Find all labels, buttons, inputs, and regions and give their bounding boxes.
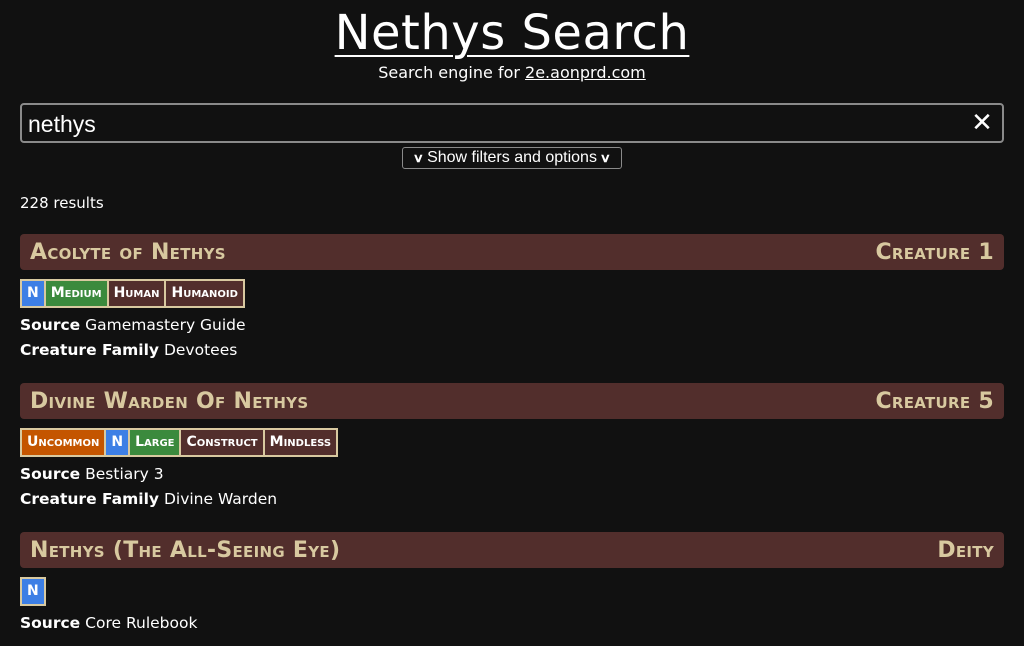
result-type: Deity — [937, 537, 994, 563]
trait[interactable]: Human — [108, 279, 167, 308]
trait-alignment[interactable]: N — [106, 428, 131, 457]
trait-alignment[interactable]: N — [20, 577, 46, 606]
subtitle-text: Search engine for — [378, 63, 526, 82]
search-input[interactable] — [26, 105, 960, 143]
result-type: Creature 1 — [875, 239, 994, 265]
trait[interactable]: Construct — [181, 428, 265, 457]
source-field: Source Core Rulebook — [20, 611, 1004, 636]
result-title[interactable]: Nethys (The All-Seeing Eye) — [30, 538, 340, 563]
close-icon: ✕ — [971, 108, 993, 138]
field-label: Source — [20, 316, 81, 334]
trait-size[interactable]: Large — [130, 428, 182, 457]
search-box: ✕ — [20, 103, 1004, 143]
trait-rarity[interactable]: Uncommon — [20, 428, 107, 457]
field-value[interactable]: Gamemastery Guide — [85, 316, 245, 334]
chevron-down-icon: ∨ — [412, 151, 424, 165]
result-type: Creature 5 — [875, 388, 994, 414]
result-item: Divine Warden Of Nethys Creature 5 Uncom… — [20, 383, 1004, 512]
field-label: Creature Family — [20, 490, 160, 508]
creature-family-field: Creature Family Divine Warden — [20, 487, 1004, 512]
trait-size[interactable]: Medium — [45, 279, 109, 308]
page-header: Nethys Search Search engine for 2e.aonpr… — [0, 0, 1024, 82]
show-filters-label: Show filters and options — [427, 149, 597, 166]
show-filters-button[interactable]: ∨ Show filters and options ∨ — [402, 147, 622, 169]
field-label: Source — [20, 465, 81, 483]
result-count: 228 results — [20, 194, 104, 212]
trait-alignment[interactable]: N — [20, 279, 46, 308]
source-field: Source Bestiary 3 — [20, 462, 1004, 487]
source-field: Source Gamemastery Guide — [20, 313, 1004, 338]
clear-search-button[interactable]: ✕ — [970, 110, 994, 136]
subtitle: Search engine for 2e.aonprd.com — [0, 64, 1024, 82]
trait[interactable]: Mindless — [264, 428, 339, 457]
field-value[interactable]: Devotees — [164, 341, 237, 359]
result-header: Divine Warden Of Nethys Creature 5 — [20, 383, 1004, 419]
result-item: Acolyte of Nethys Creature 1 N Medium Hu… — [20, 234, 1004, 363]
site-title[interactable]: Nethys Search — [335, 6, 690, 60]
result-title[interactable]: Divine Warden Of Nethys — [30, 389, 308, 414]
field-label: Source — [20, 614, 81, 632]
field-value[interactable]: Bestiary 3 — [85, 465, 163, 483]
field-label: Creature Family — [20, 341, 160, 359]
result-title[interactable]: Acolyte of Nethys — [30, 240, 226, 265]
trait-list: N — [20, 577, 1004, 606]
result-item: Nethys (The All-Seeing Eye) Deity N Sour… — [20, 532, 1004, 636]
trait-list: N Medium Human Humanoid — [20, 279, 1004, 308]
result-header: Nethys (The All-Seeing Eye) Deity — [20, 532, 1004, 568]
field-value[interactable]: Core Rulebook — [85, 614, 197, 632]
trait-list: Uncommon N Large Construct Mindless — [20, 428, 1004, 457]
creature-family-field: Creature Family Devotees — [20, 338, 1004, 363]
aonprd-link[interactable]: 2e.aonprd.com — [525, 63, 646, 82]
chevron-down-icon: ∨ — [600, 151, 612, 165]
trait[interactable]: Humanoid — [166, 279, 245, 308]
field-value[interactable]: Divine Warden — [164, 490, 277, 508]
result-header: Acolyte of Nethys Creature 1 — [20, 234, 1004, 270]
